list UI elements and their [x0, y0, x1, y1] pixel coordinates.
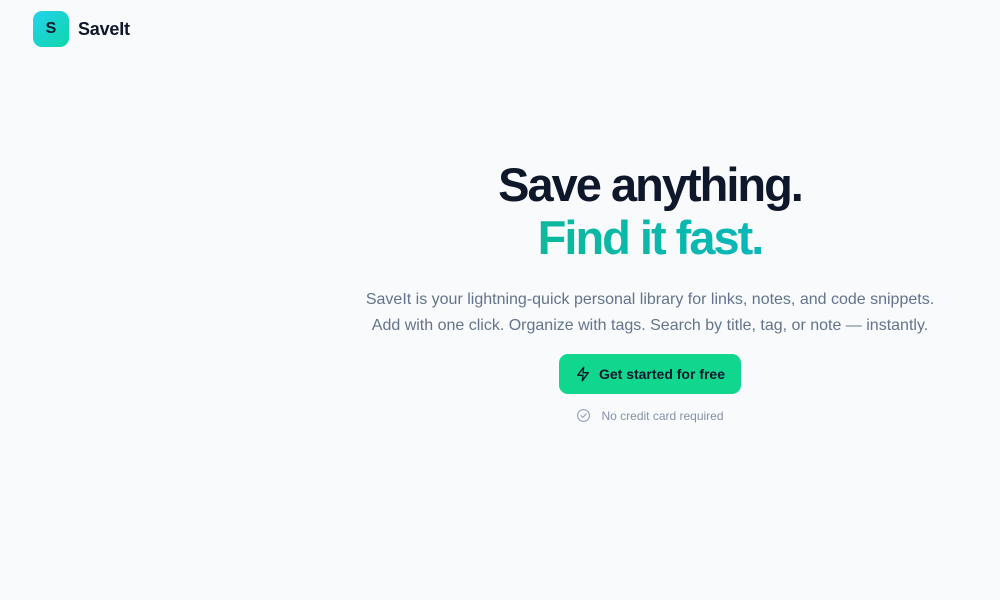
get-started-button[interactable]: Get started for free	[558, 354, 742, 394]
headline-line-1: Save anything.	[498, 158, 804, 211]
hero-section: Save anything. Find it fast. SaveIt is y…	[350, 158, 950, 423]
no-credit-card-text: No credit card required	[601, 408, 724, 423]
brand-home-link[interactable]: S SaveIt	[33, 11, 130, 47]
hero-subtitle: SaveIt is your lightning-quick personal …	[365, 291, 935, 334]
lightning-icon	[575, 366, 591, 382]
hero-headline: Save anything. Find it fast.	[350, 158, 950, 264]
brand-logo: S	[33, 11, 69, 47]
no-credit-card-note: No credit card required	[350, 408, 950, 423]
check-circle-icon	[576, 408, 591, 423]
brand-logo-letter: S	[45, 20, 57, 37]
get-started-label: Get started for free	[598, 366, 726, 382]
brand-name: SaveIt	[78, 18, 130, 39]
headline-line-2: Find it fast.	[350, 211, 950, 264]
